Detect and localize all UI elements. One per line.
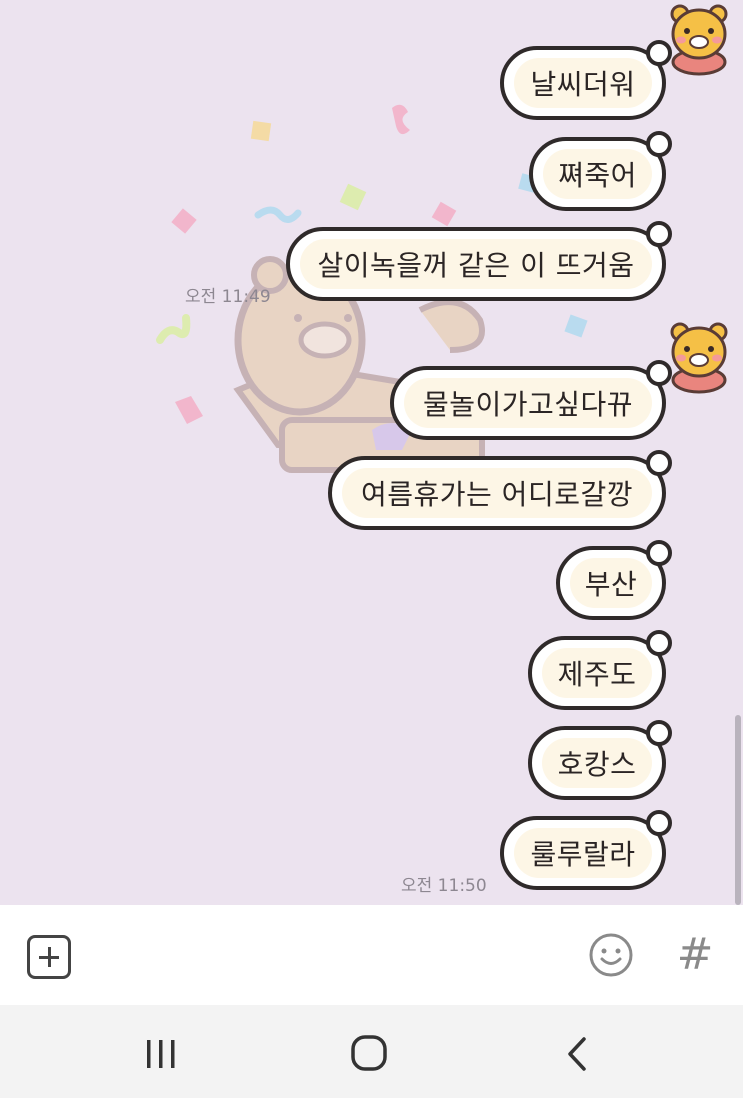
message-bubble[interactable]: 부산 <box>556 540 672 620</box>
plus-square-icon[interactable] <box>27 935 71 979</box>
message-text: 여름휴가는 어디로갈깡 <box>342 468 652 518</box>
message-bubble[interactable]: 물놀이가고싶다뀨 <box>390 360 672 440</box>
home-icon[interactable] <box>350 1034 388 1072</box>
smiley-icon[interactable] <box>588 932 634 978</box>
chat-area[interactable]: 날씨더워 쪄죽어 살이녹을꺼 같은 이 뜨거움 오전 11:49 물놀이가고싶다… <box>0 0 743 905</box>
message-bubble[interactable]: 날씨더워 <box>500 40 672 120</box>
message-bubble[interactable]: 여름휴가는 어디로갈깡 <box>328 450 672 530</box>
message-text: 쪄죽어 <box>543 149 652 199</box>
avatar[interactable] <box>668 318 730 398</box>
back-icon[interactable] <box>562 1034 592 1074</box>
message-bubble[interactable]: 룰루랄라 <box>500 810 672 890</box>
avatar[interactable] <box>668 0 730 80</box>
message-text: 물놀이가고싶다뀨 <box>404 378 652 428</box>
timestamp: 오전 11:50 <box>401 876 487 896</box>
message-text: 부산 <box>570 558 652 608</box>
hashtag-search-button[interactable]: # <box>672 925 718 985</box>
message-bubble[interactable]: 쪄죽어 <box>529 131 672 211</box>
recents-icon[interactable] <box>143 1038 179 1070</box>
timestamp: 오전 11:49 <box>185 287 271 307</box>
message-text: 살이녹을꺼 같은 이 뜨거움 <box>300 239 652 289</box>
message-bubble[interactable]: 살이녹을꺼 같은 이 뜨거움 <box>286 221 672 301</box>
message-bubble[interactable]: 호캉스 <box>528 720 672 800</box>
message-text: 제주도 <box>542 648 652 698</box>
message-text: 룰루랄라 <box>514 828 652 878</box>
message-text: 호캉스 <box>542 738 652 788</box>
message-bubble[interactable]: 제주도 <box>528 630 672 710</box>
scrollbar[interactable] <box>735 715 741 905</box>
message-text: 날씨더워 <box>514 58 652 108</box>
